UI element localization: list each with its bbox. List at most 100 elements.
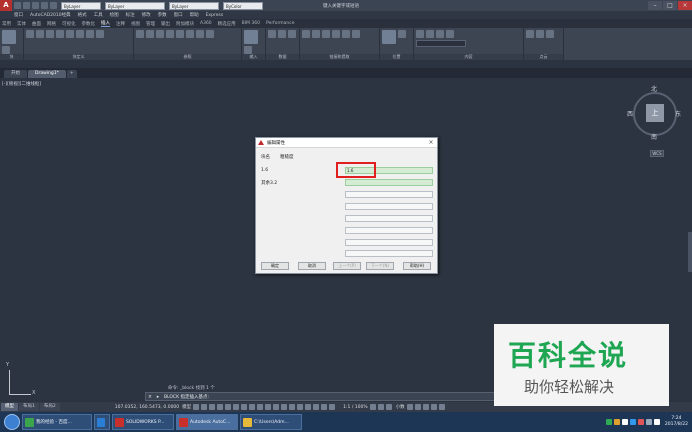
annotation-scale[interactable]: 1:1 / 100% xyxy=(343,405,367,410)
new-tab-button[interactable]: + xyxy=(66,70,77,78)
ribbon-tab[interactable]: 精选应用 xyxy=(218,21,236,27)
attribute-field-empty[interactable] xyxy=(345,227,433,234)
view-cube-top-face[interactable]: 上 xyxy=(646,104,664,122)
ribbon-tab[interactable]: 输出 xyxy=(161,21,170,27)
ribbon-panel-title[interactable]: 参照 xyxy=(134,54,241,60)
save-icon[interactable] xyxy=(32,2,39,9)
ribbon-panel-title[interactable]: 块 xyxy=(0,54,23,60)
ribbon-tool-icon[interactable] xyxy=(2,46,10,54)
ribbon-tool-icon[interactable] xyxy=(278,30,286,38)
status-toggle-icon[interactable] xyxy=(377,404,384,410)
ribbon-tool-icon[interactable] xyxy=(546,30,554,38)
command-icon[interactable]: ▸ xyxy=(154,394,162,400)
ribbon-tab[interactable]: 常用 xyxy=(2,21,11,27)
status-toggle-icon[interactable] xyxy=(281,404,288,410)
status-toggle-icon[interactable] xyxy=(297,404,304,410)
status-toggle-icon[interactable] xyxy=(406,404,413,410)
layout-tab[interactable]: 模型 xyxy=(1,403,18,411)
document-tab[interactable]: Drawing1* xyxy=(28,70,66,78)
status-toggle-icon[interactable] xyxy=(225,404,232,410)
ribbon-tab[interactable]: 插入 xyxy=(101,20,110,27)
ribbon-tab[interactable]: A360 xyxy=(200,21,212,26)
new-file-icon[interactable] xyxy=(14,2,21,9)
content-search-input[interactable] xyxy=(416,40,466,47)
status-toggle-icon[interactable] xyxy=(265,404,272,410)
status-toggle-icon[interactable] xyxy=(209,404,216,410)
ribbon-tool-icon[interactable] xyxy=(186,30,194,38)
status-toggle-icon[interactable] xyxy=(289,404,296,410)
status-toggle-icon[interactable] xyxy=(193,404,200,410)
menu-item[interactable]: AutoCAD2010经典 xyxy=(30,12,71,18)
ribbon-tool-icon[interactable] xyxy=(398,30,406,38)
next-button[interactable]: 下一个(N) xyxy=(366,262,394,270)
cancel-button[interactable]: 取消 xyxy=(298,262,326,270)
status-toggle-icon[interactable] xyxy=(233,404,240,410)
ribbon-tool-icon[interactable] xyxy=(526,30,534,38)
ribbon-tool-icon[interactable] xyxy=(86,30,94,38)
ribbon-panel-title[interactable]: 点云 xyxy=(524,54,563,60)
ribbon-tool-icon[interactable] xyxy=(288,30,296,38)
ribbon-tool-icon[interactable] xyxy=(268,30,276,38)
ribbon-panel-title[interactable]: 输入 xyxy=(242,54,265,60)
status-toggle-icon[interactable] xyxy=(385,404,392,410)
ribbon-tool-icon[interactable] xyxy=(426,30,434,38)
units-display[interactable]: 小数 xyxy=(396,404,405,410)
dialog-close-button[interactable]: × xyxy=(425,138,437,147)
ribbon-tool-icon[interactable] xyxy=(96,30,104,38)
view-cube[interactable]: 北 南 西 东 上 xyxy=(627,84,683,144)
status-toggle-icon[interactable] xyxy=(369,404,376,410)
status-toggle-icon[interactable] xyxy=(313,404,320,410)
layer-select-1[interactable]: ByLayer xyxy=(61,1,101,10)
ribbon-tool-icon[interactable] xyxy=(206,30,214,38)
compass-west[interactable]: 西 xyxy=(627,109,633,118)
tray-icon[interactable] xyxy=(637,419,644,425)
ribbon-tool-icon[interactable] xyxy=(536,30,544,38)
status-toggle-icon[interactable] xyxy=(321,404,328,410)
model-space-toggle[interactable]: 模型 xyxy=(182,404,191,410)
ribbon-tool-icon[interactable] xyxy=(76,30,84,38)
status-toggle-icon[interactable] xyxy=(422,404,429,410)
lineweight-select[interactable]: ByLayer xyxy=(169,1,219,10)
ribbon-panel-title[interactable]: 位置 xyxy=(380,54,413,60)
ribbon-tool-icon[interactable] xyxy=(46,30,54,38)
ribbon-tab[interactable]: 注释 xyxy=(116,21,125,27)
ribbon-tool-icon[interactable] xyxy=(244,46,252,54)
menu-item[interactable]: 窗口 xyxy=(174,12,183,18)
coordinate-readout[interactable]: 107.0352, 160.5473, 0.0000 xyxy=(115,405,179,410)
tray-icon[interactable] xyxy=(621,419,628,425)
linetype-select[interactable]: ByLayer xyxy=(105,1,165,10)
status-toggle-icon[interactable] xyxy=(414,404,421,410)
ribbon-tab[interactable]: 参数化 xyxy=(82,21,96,27)
taskbar-app-button[interactable]: Autodesk AutoC... xyxy=(176,414,238,430)
attribute-field-empty[interactable] xyxy=(345,191,433,198)
close-icon[interactable]: × xyxy=(146,394,154,400)
undo-icon[interactable] xyxy=(41,2,48,9)
status-toggle-icon[interactable] xyxy=(438,404,445,410)
ribbon-tab[interactable]: BIM 360 xyxy=(242,21,260,26)
ribbon-tool-icon[interactable] xyxy=(176,30,184,38)
menu-item[interactable]: 标注 xyxy=(126,12,135,18)
tray-icon[interactable] xyxy=(629,419,636,425)
status-toggle-icon[interactable] xyxy=(257,404,264,410)
ribbon-tool-icon[interactable] xyxy=(196,30,204,38)
ribbon-tool-icon[interactable] xyxy=(436,30,444,38)
command-prompt[interactable]: BLOCK 指定插入基点: xyxy=(164,394,209,400)
ribbon-tool-icon[interactable] xyxy=(244,30,258,44)
ribbon-tool-icon[interactable] xyxy=(352,30,360,38)
dialog-title-bar[interactable]: 编辑属性 × xyxy=(256,138,437,148)
tray-icon[interactable] xyxy=(645,419,652,425)
ribbon-tool-icon[interactable] xyxy=(312,30,320,38)
menu-item[interactable]: 参数 xyxy=(158,12,167,18)
redo-icon[interactable] xyxy=(50,2,57,9)
attribute-field-empty[interactable] xyxy=(345,203,433,210)
previous-button[interactable]: 上一个(P) xyxy=(333,262,361,270)
status-toggle-icon[interactable] xyxy=(201,404,208,410)
ribbon-tab[interactable]: 管理 xyxy=(146,21,155,27)
ribbon-tool-icon[interactable] xyxy=(2,30,16,44)
ribbon-tab[interactable]: 曲面 xyxy=(32,21,41,27)
minimize-button[interactable]: – xyxy=(648,1,662,10)
taskbar-app-button[interactable]: C:\Users\Adm... xyxy=(240,414,302,430)
ribbon-tab[interactable]: 可视化 xyxy=(62,21,76,27)
maximize-button[interactable]: □ xyxy=(663,1,677,10)
status-toggle-icon[interactable] xyxy=(217,404,224,410)
